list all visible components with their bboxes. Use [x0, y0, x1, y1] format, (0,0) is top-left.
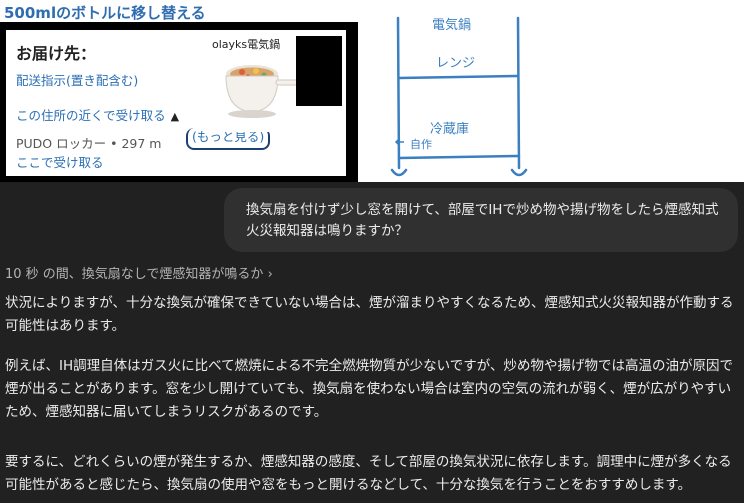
diagram-label-diy: 自作: [410, 138, 432, 151]
thought-summary-toggle[interactable]: 10 秒 の間、換気扇なしで煙感知器が鳴るか ›: [5, 263, 273, 282]
answer-paragraph-3: 要するに、どれくらいの煙が発生するか、煙感知器の感度、そして部屋の換気状況に依存…: [5, 454, 732, 493]
chevron-up-icon: ▲: [170, 110, 180, 123]
shelf-right-foot: [510, 168, 528, 177]
answer-paragraph-2: 例えば、IH調理自体はガス火に比べて燃焼による不完全燃焼物質が少ないですが、炒め…: [5, 358, 734, 420]
chevron-right-icon: ›: [267, 267, 273, 282]
diagram-label-microwave: レンジ: [436, 56, 476, 71]
deliver-to-label: お届け先：: [16, 44, 97, 63]
diagram-label-pot: 電気鍋: [432, 18, 472, 33]
delivery-instructions-link[interactable]: 配送指示(置き配含む): [16, 70, 138, 89]
shelf-left-foot: [390, 168, 408, 177]
blacked-out-region: [296, 36, 342, 106]
product-thumbnail[interactable]: olayks電気鍋: [212, 36, 304, 132]
user-message-text: 換気扇を付けず少し窓を開けて、部屋でIHで炒め物や揚げ物をしたら煙感知式火災報知…: [246, 202, 719, 239]
page-title: 500mlのボトルに移し替える: [4, 4, 206, 22]
shelf-board-1: [397, 74, 520, 80]
shelf-board-2: [397, 154, 521, 160]
thought-summary-text: 10 秒 の間、換気扇なしで煙感知器が鳴るか: [5, 267, 264, 282]
answer-paragraph-1: 状況によりますが、十分な換気が確保できていない場合は、煙が溜まりやすくなるため、…: [5, 295, 734, 334]
electric-pot-image: [225, 65, 301, 118]
pickup-nearby-toggle[interactable]: この住所の近くで受け取る ▲: [16, 105, 179, 124]
pudo-locker-info: PUDO ロッカー • 297 m: [16, 136, 162, 151]
delivery-card: お届け先： 配送指示(置き配含む) この住所の近くで受け取る ▲ PUDO ロッカ…: [6, 30, 346, 176]
shelf-right-post: [516, 16, 521, 170]
pickup-here-link[interactable]: ここで受け取る: [16, 152, 104, 171]
diagram-label-fridge: 冷蔵庫: [430, 122, 470, 137]
user-message-bubble: 換気扇を付けず少し窓を開けて、部屋でIHで炒め物や揚げ物をしたら煙感知式火災報知…: [224, 188, 738, 252]
pickup-nearby-label: この住所の近くで受け取る: [16, 108, 166, 123]
